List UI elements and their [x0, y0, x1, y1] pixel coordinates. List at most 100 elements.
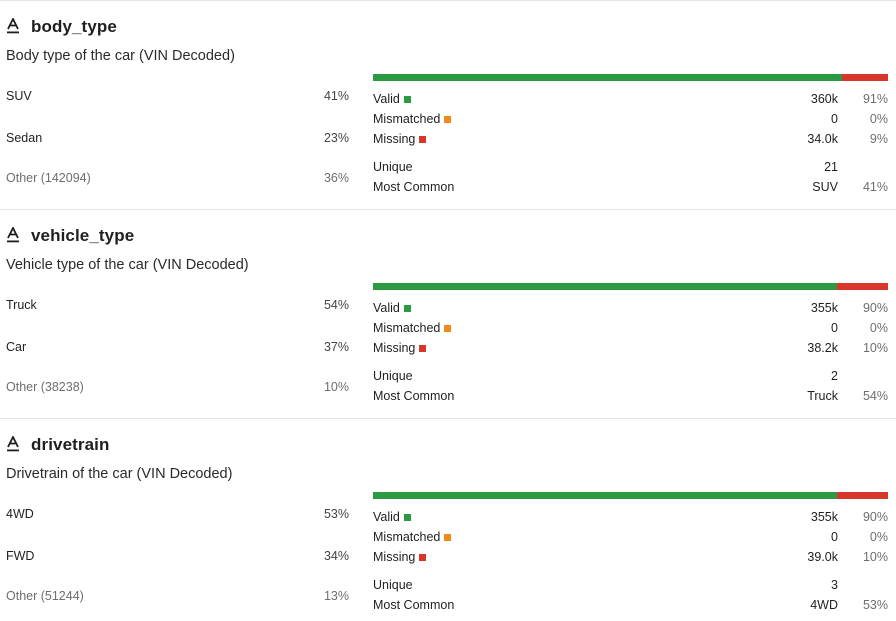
category-percent: 54%: [323, 298, 349, 312]
stat-label: Valid: [373, 510, 400, 524]
mismatched-swatch-icon: [444, 533, 452, 541]
category-percent: 23%: [323, 131, 349, 145]
valid-swatch-icon: [403, 304, 411, 312]
column-header: vehicle_type: [6, 225, 134, 247]
column-description: Drivetrain of the car (VIN Decoded): [6, 466, 233, 482]
stat-label: Unique: [373, 160, 413, 174]
stat-label: Missing: [373, 550, 416, 564]
stat-value: 0: [831, 530, 838, 544]
stat-percent: 9%: [869, 132, 888, 146]
category-label: Other (51244): [6, 589, 84, 603]
column-name: drivetrain: [31, 435, 110, 454]
stat-missing: Missing 38.2k 10%: [373, 341, 888, 357]
stat-value: 0: [831, 112, 838, 126]
quality-bar-valid: [373, 283, 837, 290]
category-row: Car 37%: [6, 338, 349, 356]
stat-value: 4WD: [810, 598, 838, 612]
mismatched-swatch-icon: [444, 115, 452, 123]
quality-bar: [373, 283, 888, 290]
quality-bar-missing: [836, 283, 888, 290]
stat-value: SUV: [812, 180, 838, 194]
category-label: Car: [6, 340, 27, 354]
quality-bar-valid: [373, 74, 842, 81]
stat-percent: 90%: [862, 510, 888, 524]
quality-bar: [373, 74, 888, 81]
column-card-drivetrain: drivetrain Drivetrain of the car (VIN De…: [0, 418, 896, 621]
stat-mismatched: Mismatched 0 0%: [373, 112, 888, 128]
stat-unique: Unique 21: [373, 160, 888, 176]
stat-percent: 0%: [869, 530, 888, 544]
stat-mismatched: Mismatched 0 0%: [373, 530, 888, 546]
stat-percent: 0%: [869, 112, 888, 126]
stat-most-common: Most Common SUV 41%: [373, 180, 888, 196]
quality-bar: [373, 492, 888, 499]
stat-value: 39.0k: [807, 550, 838, 564]
stat-value: 355k: [810, 510, 838, 524]
quality-bar-missing: [841, 74, 888, 81]
stat-mismatched: Mismatched 0 0%: [373, 321, 888, 337]
quality-bar-valid: [373, 492, 837, 499]
stat-most-common: Most Common Truck 54%: [373, 389, 888, 405]
stat-label: Valid: [373, 92, 400, 106]
column-card-body-type: body_type Body type of the car (VIN Deco…: [0, 0, 896, 209]
stat-value: 34.0k: [807, 132, 838, 146]
category-percent: 37%: [323, 340, 349, 354]
quality-bar-missing: [836, 492, 888, 499]
text-type-icon: [6, 227, 20, 243]
category-row-other: Other (51244) 13%: [6, 587, 349, 605]
stat-label: Valid: [373, 301, 400, 315]
stat-value: 38.2k: [807, 341, 838, 355]
missing-swatch-icon: [419, 553, 427, 561]
stat-percent: 91%: [862, 92, 888, 106]
category-row: Sedan 23%: [6, 129, 349, 147]
stat-valid: Valid 355k 90%: [373, 510, 888, 526]
stat-label: Most Common: [373, 180, 455, 194]
category-percent: 41%: [323, 89, 349, 103]
column-header: drivetrain: [6, 434, 109, 456]
stat-value: Truck: [807, 389, 838, 403]
stat-label: Unique: [373, 578, 413, 592]
text-type-icon: [6, 18, 20, 34]
stat-missing: Missing 39.0k 10%: [373, 550, 888, 566]
stat-percent: 0%: [869, 321, 888, 335]
stat-label: Missing: [373, 341, 416, 355]
stat-percent: 90%: [862, 301, 888, 315]
column-description: Vehicle type of the car (VIN Decoded): [6, 257, 249, 273]
stat-unique: Unique 2: [373, 369, 888, 385]
text-type-icon: [6, 436, 20, 452]
category-row-other: Other (142094) 36%: [6, 169, 349, 187]
category-row: Truck 54%: [6, 296, 349, 314]
valid-swatch-icon: [403, 513, 411, 521]
stat-label: Mismatched: [373, 321, 441, 335]
category-label: FWD: [6, 549, 35, 563]
category-percent: 13%: [323, 589, 349, 603]
stat-value: 360k: [810, 92, 838, 106]
category-percent: 10%: [323, 380, 349, 394]
category-label: Other (38238): [6, 380, 84, 394]
column-profile-list: body_type Body type of the car (VIN Deco…: [0, 0, 896, 621]
column-header: body_type: [6, 16, 117, 38]
stat-percent: 10%: [862, 341, 888, 355]
stat-label: Most Common: [373, 598, 455, 612]
stat-value: 21: [824, 160, 838, 174]
column-name: body_type: [31, 17, 117, 36]
column-description: Body type of the car (VIN Decoded): [6, 48, 235, 64]
stat-percent: 53%: [862, 598, 888, 612]
missing-swatch-icon: [419, 344, 427, 352]
valid-swatch-icon: [403, 95, 411, 103]
stat-label: Unique: [373, 369, 413, 383]
missing-swatch-icon: [419, 135, 427, 143]
stat-percent: 10%: [862, 550, 888, 564]
category-label: Other (142094): [6, 171, 91, 185]
category-label: Sedan: [6, 131, 43, 145]
category-row: FWD 34%: [6, 547, 349, 565]
stat-missing: Missing 34.0k 9%: [373, 132, 888, 148]
stat-valid: Valid 355k 90%: [373, 301, 888, 317]
stat-unique: Unique 3: [373, 578, 888, 594]
stat-label: Missing: [373, 132, 416, 146]
category-percent: 36%: [323, 171, 349, 185]
category-percent: 53%: [323, 507, 349, 521]
stat-value: 0: [831, 321, 838, 335]
stat-percent: 41%: [862, 180, 888, 194]
column-name: vehicle_type: [31, 226, 135, 245]
